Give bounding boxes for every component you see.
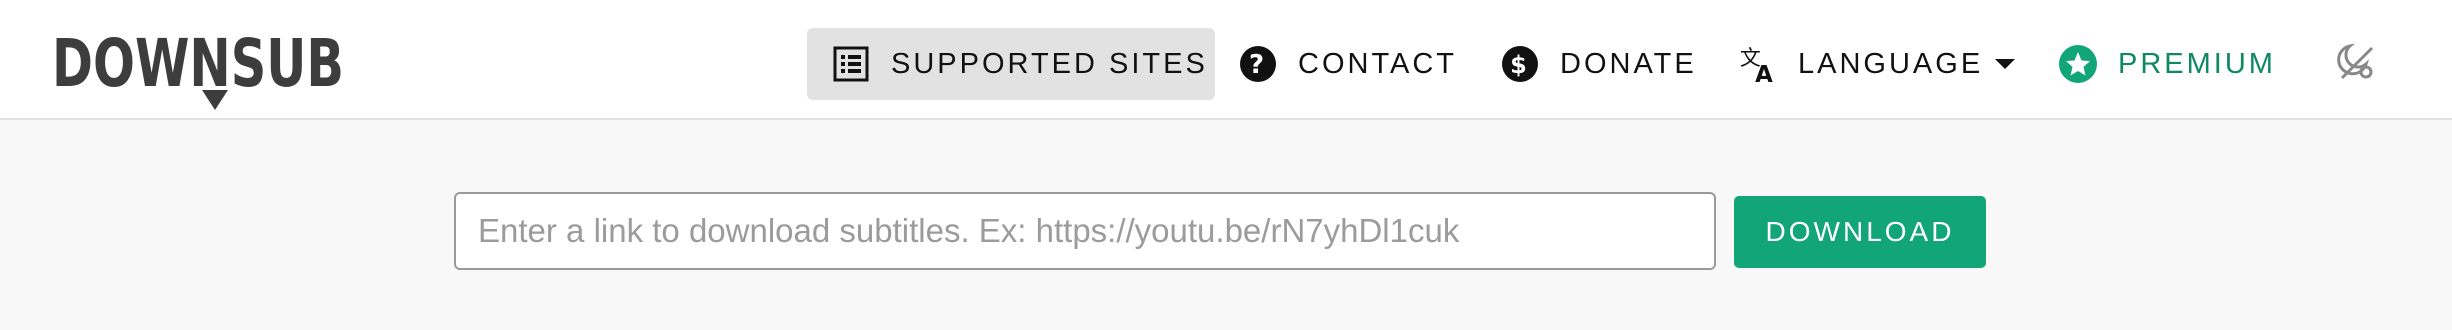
- top-header: DOWNSUB SUPPORTED SITES ? CONTACT $ DONA…: [0, 0, 2452, 120]
- downsub-logo[interactable]: DOWNSUB: [52, 24, 352, 114]
- moon-sun-icon[interactable]: [2336, 42, 2376, 82]
- chevron-down-icon: [1995, 59, 2016, 69]
- dollar-circle-icon: $: [1500, 44, 1540, 84]
- nav-premium-label: PREMIUM: [2118, 47, 2276, 80]
- nav-contact-label: CONTACT: [1298, 47, 1458, 80]
- nav-language-label: LANGUAGE: [1798, 47, 1984, 80]
- nav-donate-label: DONATE: [1560, 47, 1697, 80]
- nav-supported-sites-label: SUPPORTED SITES: [891, 47, 1208, 80]
- download-button[interactable]: DOWNLOAD: [1734, 196, 1986, 268]
- nav-contact[interactable]: ? CONTACT: [1238, 28, 1457, 100]
- svg-text:A: A: [1755, 62, 1776, 85]
- nav-premium[interactable]: PREMIUM: [2058, 28, 2276, 100]
- svg-text:DOWNSUB: DOWNSUB: [52, 25, 344, 102]
- nav-supported-sites[interactable]: SUPPORTED SITES: [807, 28, 1215, 100]
- nav-donate[interactable]: $ DONATE: [1500, 28, 1697, 100]
- svg-text:$: $: [1510, 51, 1530, 79]
- nav-language[interactable]: 文 A LANGUAGE: [1738, 28, 2016, 100]
- star-circle-icon: [2058, 44, 2098, 84]
- question-circle-icon: ?: [1238, 44, 1278, 84]
- translate-icon: 文 A: [1738, 44, 1778, 85]
- search-input[interactable]: [454, 192, 1716, 270]
- list-icon: [831, 44, 871, 84]
- svg-text:?: ?: [1249, 50, 1267, 80]
